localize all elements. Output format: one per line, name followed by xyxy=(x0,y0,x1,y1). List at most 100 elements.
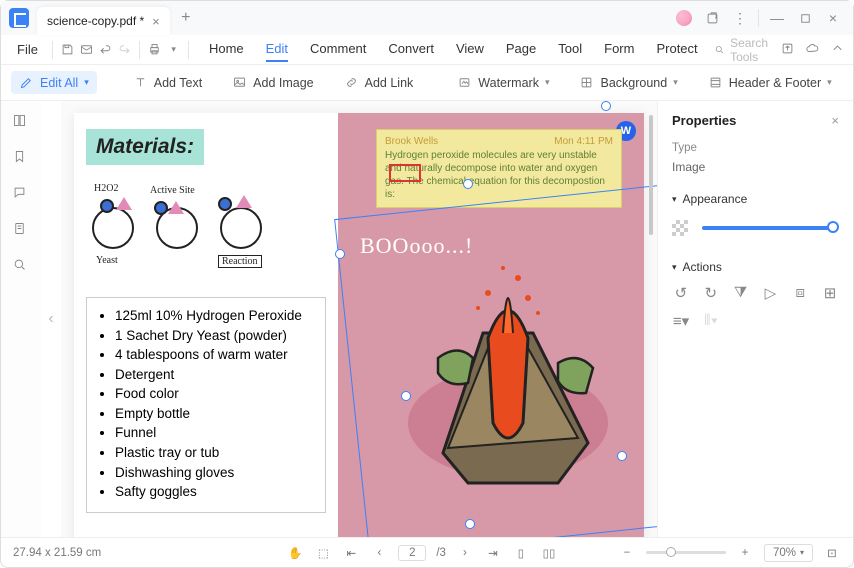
appearance-section[interactable]: ▾Appearance xyxy=(672,192,839,206)
tab-view[interactable]: View xyxy=(456,37,484,62)
search-tools[interactable]: Search Tools xyxy=(714,36,778,64)
statusbar: 27.94 x 21.59 cm ✋ ⬚ ⇤ ‹ 2 /3 › ⇥ ▯ ▯▯ −… xyxy=(1,537,853,567)
note-highlight-marker xyxy=(389,164,421,182)
redo-icon[interactable] xyxy=(116,38,133,62)
note-time: Mon 4:11 PM xyxy=(554,136,613,147)
fit-page-icon[interactable]: ⊡ xyxy=(823,546,841,560)
distribute-icon: ⦀▾ xyxy=(702,312,720,330)
ai-orb-icon[interactable] xyxy=(670,4,698,32)
two-page-icon[interactable]: ▯▯ xyxy=(540,546,558,560)
properties-title: Properties× xyxy=(672,113,839,128)
zoom-in-icon[interactable]: + xyxy=(736,547,754,559)
flip-v-icon[interactable]: ▷ xyxy=(761,284,779,302)
zoom-value[interactable]: 70%▾ xyxy=(764,544,813,562)
maximize-button[interactable] xyxy=(791,4,819,32)
crop-icon[interactable]: ⧈ xyxy=(791,284,809,302)
ribbon: Edit All ▾ Add Text Add Image Add Link W… xyxy=(1,65,853,101)
temperature-text: 4400 c xyxy=(458,535,493,537)
share-icon[interactable] xyxy=(698,4,726,32)
menubar: File ▾ Home Edit Comment Convert View Pa… xyxy=(1,35,853,65)
file-tab[interactable]: science-copy.pdf * × xyxy=(37,7,170,35)
selection-handle[interactable] xyxy=(335,249,345,259)
add-tab-button[interactable]: + xyxy=(176,8,196,28)
last-page-icon[interactable]: ⇥ xyxy=(484,546,502,560)
main-tabs: Home Edit Comment Convert View Page Tool… xyxy=(209,37,698,62)
export-icon[interactable] xyxy=(780,41,795,59)
add-link-button[interactable]: Add Link xyxy=(336,71,422,94)
selection-handle[interactable] xyxy=(401,391,411,401)
align-icon[interactable]: ≡▾ xyxy=(672,312,690,330)
comment-icon[interactable] xyxy=(12,185,30,203)
single-page-icon[interactable]: ▯ xyxy=(512,546,530,560)
prev-page-icon[interactable]: ‹ xyxy=(370,547,388,559)
mail-icon[interactable] xyxy=(78,38,95,62)
add-image-button[interactable]: Add Image xyxy=(224,71,321,94)
app-icon xyxy=(9,8,29,28)
cloud-icon[interactable] xyxy=(805,41,820,59)
search-rail-icon[interactable] xyxy=(12,257,30,275)
watermark-label: Watermark xyxy=(478,76,539,90)
zoom-out-icon[interactable]: − xyxy=(618,547,636,559)
tab-edit[interactable]: Edit xyxy=(266,37,288,62)
menu-file[interactable]: File xyxy=(9,42,46,57)
document-canvas[interactable]: Materials: H2O2 Active Site Yeast Reacti… xyxy=(61,101,657,537)
tab-protect[interactable]: Protect xyxy=(656,37,697,62)
attachment-icon[interactable] xyxy=(12,221,30,239)
opacity-slider[interactable] xyxy=(702,226,835,230)
hand-tool-icon[interactable]: ✋ xyxy=(286,546,304,560)
selection-handle[interactable] xyxy=(617,451,627,461)
header-footer-button[interactable]: Header & Footer▾ xyxy=(700,71,840,94)
close-tab-icon[interactable]: × xyxy=(152,14,160,29)
add-text-button[interactable]: Add Text xyxy=(125,71,210,94)
actions-section[interactable]: ▾Actions xyxy=(672,260,839,274)
page-right-column: W Brook WellsMon 4:11 PM Hydrogen peroxi… xyxy=(338,113,644,537)
undo-icon[interactable] xyxy=(97,38,114,62)
file-tab-name: science-copy.pdf * xyxy=(47,14,144,28)
print-dropdown[interactable]: ▾ xyxy=(165,38,182,62)
bookmark-icon[interactable] xyxy=(12,149,30,167)
list-item: 125ml 10% Hydrogen Peroxide xyxy=(115,306,313,326)
kebab-icon[interactable]: ⋮ xyxy=(726,4,754,32)
label-reaction: Reaction xyxy=(218,255,262,268)
close-window-button[interactable]: × xyxy=(819,4,847,32)
add-link-label: Add Link xyxy=(365,76,414,90)
volcano-image[interactable] xyxy=(388,223,628,503)
page: Materials: H2O2 Active Site Yeast Reacti… xyxy=(74,113,644,537)
select-tool-icon[interactable]: ⬚ xyxy=(314,546,332,560)
replace-icon[interactable]: ⊞ xyxy=(821,284,839,302)
collapse-icon[interactable] xyxy=(830,41,845,59)
tab-form[interactable]: Form xyxy=(604,37,634,62)
sticky-note[interactable]: Brook WellsMon 4:11 PM Hydrogen peroxide… xyxy=(376,129,622,208)
save-icon[interactable] xyxy=(59,38,76,62)
tab-convert[interactable]: Convert xyxy=(388,37,434,62)
next-page-icon[interactable]: › xyxy=(456,547,474,559)
tab-comment[interactable]: Comment xyxy=(310,37,366,62)
materials-list: 125ml 10% Hydrogen Peroxide 1 Sachet Dry… xyxy=(86,297,326,513)
selection-handle[interactable] xyxy=(465,519,475,529)
watermark-button[interactable]: Watermark▾ xyxy=(449,71,557,94)
label-yeast: Yeast xyxy=(96,255,118,266)
first-page-icon[interactable]: ⇤ xyxy=(342,546,360,560)
zoom-slider[interactable] xyxy=(646,551,726,554)
list-item: Plastic tray or tub xyxy=(115,443,313,463)
selection-handle[interactable] xyxy=(463,179,473,189)
print-icon[interactable] xyxy=(146,38,163,62)
minimize-button[interactable]: — xyxy=(763,4,791,32)
tab-tool[interactable]: Tool xyxy=(558,37,582,62)
edit-all-button[interactable]: Edit All ▾ xyxy=(11,71,97,94)
page-input[interactable]: 2 xyxy=(398,545,426,561)
background-button[interactable]: Background▾ xyxy=(571,71,685,94)
background-label: Background xyxy=(600,76,667,90)
search-icon xyxy=(714,42,724,57)
selection-handle[interactable] xyxy=(601,101,611,111)
list-item: Funnel xyxy=(115,423,313,443)
close-panel-icon[interactable]: × xyxy=(831,113,839,128)
flip-h-icon[interactable]: ⧩ xyxy=(732,284,750,302)
tab-home[interactable]: Home xyxy=(209,37,244,62)
scrollbar[interactable] xyxy=(649,115,653,235)
thumbnails-icon[interactable] xyxy=(12,113,30,131)
rotate-right-icon[interactable]: ↻ xyxy=(702,284,720,302)
tab-page[interactable]: Page xyxy=(506,37,536,62)
rotate-left-icon[interactable]: ↺ xyxy=(672,284,690,302)
rail-collapse[interactable]: ‹ xyxy=(41,101,61,537)
